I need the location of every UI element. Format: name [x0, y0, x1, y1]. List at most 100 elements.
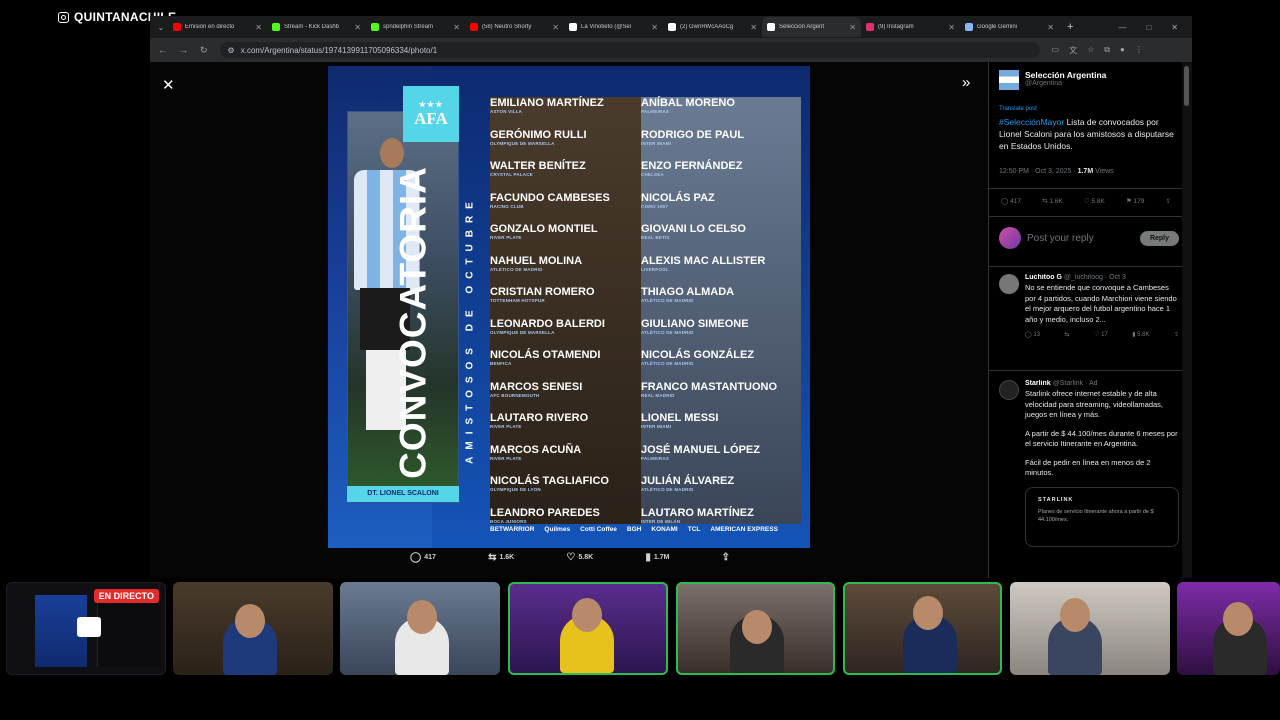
- player-name: GERÓNIMO RULLI: [490, 128, 587, 141]
- comment-repost-button[interactable]: ⇆: [1065, 331, 1070, 338]
- close-tab-icon[interactable]: ✕: [552, 23, 559, 32]
- divider: [989, 216, 1183, 217]
- close-window-icon[interactable]: ✕: [1171, 23, 1178, 32]
- poster-title: CONVOCATORIA: [392, 166, 434, 479]
- player-entry: LIONEL MESSI INTER MIAMI: [641, 412, 801, 429]
- site-info-icon[interactable]: ⚙: [228, 46, 235, 55]
- reload-icon[interactable]: ↻: [200, 45, 208, 56]
- close-tab-icon[interactable]: ✕: [1047, 23, 1054, 32]
- tweet-time[interactable]: 12:50 PM · Oct 3, 2025 ·: [999, 168, 1078, 175]
- tab-title: La Vinotieto (@Sel: [581, 24, 632, 30]
- browser-tab[interactable]: (9) Instagram ✕: [861, 17, 960, 37]
- player-club: AFC BOURNEMOUTH: [490, 392, 540, 398]
- close-tab-icon[interactable]: ✕: [948, 23, 955, 32]
- browser-tab[interactable]: Stream - Kick Dashb ✕: [267, 17, 366, 37]
- close-icon[interactable]: ✕: [162, 76, 175, 94]
- divider: [989, 188, 1183, 189]
- minimize-icon[interactable]: —: [1118, 23, 1126, 32]
- browser-tab[interactable]: Google Gemini ✕: [960, 17, 1059, 37]
- browser-tab[interactable]: (58) Neutro Shorty ✕: [465, 17, 564, 37]
- repost-action[interactable]: ⇆ 1.6K: [488, 552, 514, 563]
- webcam-feed: [508, 582, 668, 675]
- ad-author[interactable]: Starlink: [1025, 380, 1051, 387]
- coach-label: DT. LIONEL SCALONI: [347, 486, 459, 502]
- player-name: LEANDRO PAREDES: [490, 506, 600, 519]
- tweet-share-button[interactable]: ⇪: [1166, 197, 1171, 205]
- comment-views[interactable]: ▮ 5.8K: [1132, 331, 1149, 338]
- player-name: NICOLÁS PAZ: [641, 191, 715, 204]
- favicon-icon: [470, 23, 478, 31]
- favicon-icon: [965, 23, 973, 31]
- tweet-reply-button[interactable]: ◯ 417: [1001, 197, 1021, 205]
- translate-icon[interactable]: 文: [1069, 45, 1077, 56]
- ad-card[interactable]: STARLINK Planes de servicio Itinerante a…: [1025, 486, 1179, 547]
- comment-share-button[interactable]: ⇪: [1174, 331, 1179, 338]
- browser-tab[interactable]: La Vinotieto (@Sel ✕: [564, 17, 663, 37]
- close-tab-icon[interactable]: ✕: [453, 23, 460, 32]
- player-entry: LAUTARO MARTÍNEZ INTER DE MILÁN: [641, 507, 801, 524]
- profile-icon[interactable]: ●: [1120, 45, 1125, 56]
- cast-icon[interactable]: ▭: [1052, 45, 1060, 56]
- share-action[interactable]: ⇪: [722, 552, 730, 563]
- browser-tab[interactable]: spndelphin Stream ✕: [366, 17, 465, 37]
- maximize-icon[interactable]: □: [1146, 23, 1151, 32]
- close-tab-icon[interactable]: ✕: [651, 23, 658, 32]
- address-bar[interactable]: ⚙ x.com/Argentina/status/197413991170509…: [219, 42, 1040, 58]
- reply-button[interactable]: Reply: [1139, 230, 1179, 246]
- list-item[interactable]: Luchitoo G @_luchitoog · Oct 3 No se ent…: [999, 274, 1179, 338]
- reply-action[interactable]: ◯ 417: [410, 552, 436, 563]
- ad-card-text: Planes de servicio Itinerante ahora a pa…: [1038, 508, 1154, 523]
- close-tab-icon[interactable]: ✕: [750, 23, 757, 32]
- new-tab-button[interactable]: +: [1059, 21, 1081, 33]
- favicon-icon: [569, 23, 577, 31]
- player-entry: JULIÁN ÁLVAREZ ATLÉTICO DE MADRID: [641, 475, 801, 492]
- tab-search-icon[interactable]: ⌄: [154, 23, 168, 32]
- avatar[interactable]: [999, 380, 1019, 400]
- back-icon[interactable]: ←: [158, 45, 167, 55]
- reply-input[interactable]: Post your reply: [1027, 233, 1134, 244]
- player-club: ATLÉTICO DE MADRID: [641, 361, 694, 366]
- player-club: RACING CLUB: [490, 203, 524, 209]
- player-club: INTER DE MILÁN: [641, 518, 681, 524]
- player-entry: JOSÉ MANUEL LÓPEZ PALMEIRAS: [641, 444, 801, 461]
- player-name: JULIÁN ÁLVAREZ: [641, 475, 735, 487]
- hashtag-link[interactable]: #SelecciónMayor: [999, 117, 1064, 127]
- close-tab-icon[interactable]: ✕: [354, 23, 361, 32]
- tweet-bookmark-button[interactable]: ⚑ 179: [1126, 197, 1145, 205]
- views-action[interactable]: ▮ 1.7M: [645, 552, 669, 563]
- sponsor-logo: AMERICAN EXPRESS: [710, 526, 778, 533]
- translate-link[interactable]: Translate post: [999, 106, 1037, 112]
- comment-reply-button[interactable]: ◯ 13: [1025, 331, 1040, 338]
- close-tab-icon[interactable]: ✕: [255, 23, 262, 32]
- comment-like-button[interactable]: ♡ 17: [1094, 331, 1108, 338]
- extensions-icon[interactable]: ⧉: [1104, 45, 1110, 56]
- scrollbar[interactable]: [1182, 62, 1192, 578]
- tweet-author[interactable]: Selección Argentina @Argentina: [999, 70, 1106, 90]
- comment-handle: @_luchitoog · Oct 3: [1063, 274, 1126, 281]
- avatar[interactable]: [999, 274, 1019, 294]
- bookmark-star-icon[interactable]: ☆: [1087, 45, 1094, 56]
- browser-tab[interactable]: (2) GwnRWcAAoCg ✕: [663, 17, 762, 37]
- player-name: LEONARDO BALERDI: [490, 317, 605, 330]
- browser-tab[interactable]: Selección Argent ✕: [762, 17, 861, 37]
- tweet-repost-button[interactable]: ⇆ 1.6K: [1042, 197, 1063, 205]
- tweet-like-button[interactable]: ♡ 5.8K: [1084, 197, 1105, 205]
- ad-item[interactable]: Starlink @Starlink · Ad Starlink ofrece …: [999, 380, 1179, 547]
- close-tab-icon[interactable]: ✕: [849, 23, 856, 32]
- player-entry: ALEXIS MAC ALLISTER LIVERPOOL: [641, 255, 801, 272]
- tab-title: Selección Argent: [779, 24, 825, 30]
- player-name: LAUTARO RIVERO: [490, 412, 589, 424]
- comment-author[interactable]: Luchitoo G: [1025, 274, 1062, 281]
- favicon-icon: [272, 23, 280, 31]
- browser-tab[interactable]: Emisión en directo ✕: [168, 17, 267, 37]
- forward-icon[interactable]: →: [179, 45, 188, 55]
- avatar[interactable]: [999, 70, 1019, 90]
- comment-header: Luchitoo G @_luchitoog · Oct 3: [1025, 274, 1179, 281]
- expand-icon[interactable]: »: [962, 74, 970, 91]
- ad-text-2: A partir de $ 44.100/mes durante 6 meses…: [1025, 428, 1178, 449]
- menu-icon[interactable]: ⋮: [1135, 45, 1143, 56]
- player-club: ASTON VILLA: [490, 109, 523, 114]
- repost-count: 1.6K: [499, 554, 515, 561]
- scrollbar-thumb[interactable]: [1184, 66, 1189, 106]
- like-action[interactable]: ♡ 5.8K: [566, 552, 593, 563]
